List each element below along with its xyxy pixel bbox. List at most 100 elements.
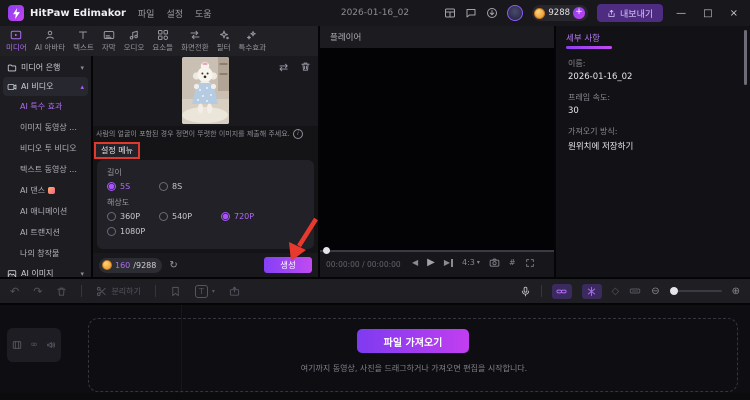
menu-file[interactable]: 파일 (138, 7, 155, 20)
sidebar-item-ai-animation[interactable]: AI 애니메이션 (0, 201, 91, 222)
link-icon (556, 286, 567, 297)
tab-filter[interactable]: 필터 (213, 27, 235, 55)
folder-icon (7, 63, 17, 73)
details-scrollbar[interactable] (744, 30, 747, 85)
zoom-in-icon[interactable]: ⊕ (732, 286, 740, 297)
player-panel: 플레이어 00:00:00 / 00:00:00 ◀ ▶ ▶ 4:3 ▾ # (320, 26, 554, 277)
sidebar-item-ai-transition[interactable]: AI 트랜지션 (0, 222, 91, 243)
audio-icon (128, 29, 140, 41)
sidebar-item-my-creations[interactable]: 나의 창작물 (0, 243, 91, 264)
sidebar-item-image-to-video[interactable]: 이미지 동영상 ... (0, 117, 91, 138)
microphone-icon[interactable] (520, 286, 531, 297)
sidebar-item-video-to-video[interactable]: 비디오 투 비디오 (0, 138, 91, 159)
resolution-option-360p[interactable]: 360P (107, 212, 159, 221)
keyframe-icon[interactable]: ◇ (612, 286, 620, 297)
play-icon[interactable]: ▶ (427, 257, 435, 268)
user-avatar[interactable] (507, 5, 523, 21)
split-button[interactable]: 분리하기 (96, 286, 140, 297)
sidebar-group-media-bank[interactable]: 미디어 은행 ▾ (3, 58, 88, 77)
info-icon[interactable]: i (293, 129, 303, 139)
tab-details[interactable]: 세부 사항 (566, 32, 600, 44)
timeline-zoom-slider[interactable] (670, 290, 722, 292)
uploaded-image-zone: ⇄ (93, 56, 318, 126)
app-name: HitPaw Edimakor (30, 8, 126, 19)
sidebar-item-ai-dance[interactable]: AI 댄스 (0, 180, 91, 201)
track-mute-icon[interactable] (46, 340, 56, 350)
aspect-ratio-select[interactable]: 4:3 ▾ (462, 258, 480, 267)
chevron-down-icon: ▾ (212, 288, 215, 295)
track-video-icon[interactable] (12, 340, 22, 350)
uploaded-dog-image[interactable] (182, 57, 229, 124)
swap-image-icon[interactable]: ⇄ (279, 61, 288, 74)
coin-balance[interactable]: 9288 + (532, 5, 588, 21)
sidebar-group-ai-image[interactable]: AI 이미지 ▾ (3, 264, 88, 277)
sidebar-group-ai-video[interactable]: AI 비디오 ▴ (3, 77, 88, 96)
radio-icon (159, 182, 168, 191)
fullscreen-icon[interactable] (525, 258, 535, 268)
tab-ai-avatar[interactable]: AI 아바타 (31, 27, 69, 55)
text-icon (77, 29, 89, 41)
player-controls: 00:00:00 / 00:00:00 ◀ ▶ ▶ 4:3 ▾ # (320, 250, 554, 277)
resolution-option-540p[interactable]: 540P (159, 212, 221, 221)
generate-button[interactable]: 생성 (264, 257, 312, 273)
details-panel: 세부 사항 이름: 2026-01-16_02 프레임 속도: 30 가져오기 … (556, 26, 750, 277)
ai-enhance-toggle[interactable] (582, 284, 602, 299)
delete-icon[interactable] (56, 286, 67, 297)
tab-effects[interactable]: 특수효과 (234, 27, 270, 55)
tab-elements[interactable]: 요소들 (148, 27, 177, 55)
resolution-label: 해상도 (107, 197, 304, 208)
length-option-8s[interactable]: 8S (159, 182, 182, 191)
chevron-down-icon: ▾ (80, 64, 84, 72)
menu-help[interactable]: 도움 (195, 7, 212, 20)
credit-cost-pill: 160 /9288 (99, 258, 162, 273)
export-button[interactable]: 내보내기 (597, 4, 663, 22)
auto-link-toggle[interactable] (552, 284, 572, 299)
text-tool-button[interactable]: T ▾ (195, 285, 215, 298)
sidebar-item-text-to-video[interactable]: 텍스트 동영상 ... (0, 159, 91, 180)
marker-icon[interactable] (170, 286, 181, 297)
previous-frame-icon[interactable]: ◀ (412, 258, 418, 267)
snapshot-icon[interactable] (489, 257, 500, 268)
download-icon[interactable] (486, 7, 498, 19)
sidebar-item-ai-effects[interactable]: AI 특수 효과 (0, 96, 91, 117)
undo-icon[interactable]: ↶ (10, 285, 19, 298)
ripple-edit-icon[interactable] (629, 285, 641, 297)
media-drop-zone[interactable]: 파일 가져오기 여기까지 동영상, 사진을 드래그하거나 가져오면 편집을 시작… (88, 318, 738, 392)
seek-handle[interactable] (323, 247, 330, 254)
layout-icon[interactable] (444, 7, 456, 19)
close-button[interactable]: × (726, 8, 742, 19)
add-coins-button[interactable]: + (573, 7, 585, 19)
timeline-area: ∞ 파일 가져오기 여기까지 동영상, 사진을 드래그하거나 가져오면 편집을 … (0, 305, 750, 400)
transition-icon (189, 29, 201, 41)
player-header: 플레이어 (320, 26, 554, 48)
coin-icon (102, 260, 112, 270)
avatar-tab-icon (44, 29, 56, 41)
resolution-option-1080p[interactable]: 1080P (107, 227, 145, 236)
redo-icon[interactable]: ↷ (33, 285, 42, 298)
import-files-button[interactable]: 파일 가져오기 (357, 329, 469, 353)
tab-transition[interactable]: 화면전환 (177, 27, 213, 55)
refresh-credits-icon[interactable]: ↻ (169, 260, 177, 271)
video-viewport[interactable] (320, 48, 554, 250)
next-frame-icon[interactable]: ▶ (444, 258, 453, 267)
zoom-out-icon[interactable]: ⊖ (651, 286, 659, 297)
maximize-button[interactable]: □ (699, 8, 716, 19)
track-link-icon[interactable]: ∞ (30, 340, 38, 350)
tab-subtitle[interactable]: 자막 (98, 27, 120, 55)
feedback-icon[interactable] (465, 7, 477, 19)
tab-audio[interactable]: 오디오 (120, 27, 149, 55)
length-label: 길이 (107, 167, 304, 178)
menu-settings[interactable]: 설정 (166, 7, 183, 20)
tab-media[interactable]: 미디어 (2, 27, 31, 55)
seek-bar[interactable] (320, 250, 554, 252)
resolution-option-720p[interactable]: 720P (221, 212, 254, 221)
image-icon (7, 269, 17, 278)
tab-text[interactable]: 텍스트 (69, 27, 98, 55)
export-clip-icon[interactable] (229, 286, 240, 297)
length-option-5s[interactable]: 5S (107, 182, 159, 191)
delete-image-icon[interactable] (300, 61, 311, 72)
zoom-slider-handle[interactable] (670, 287, 678, 295)
safe-area-grid-icon[interactable]: # (509, 258, 516, 267)
minimize-button[interactable]: — (672, 8, 690, 19)
timecode: 00:00:00 / 00:00:00 (326, 260, 401, 269)
